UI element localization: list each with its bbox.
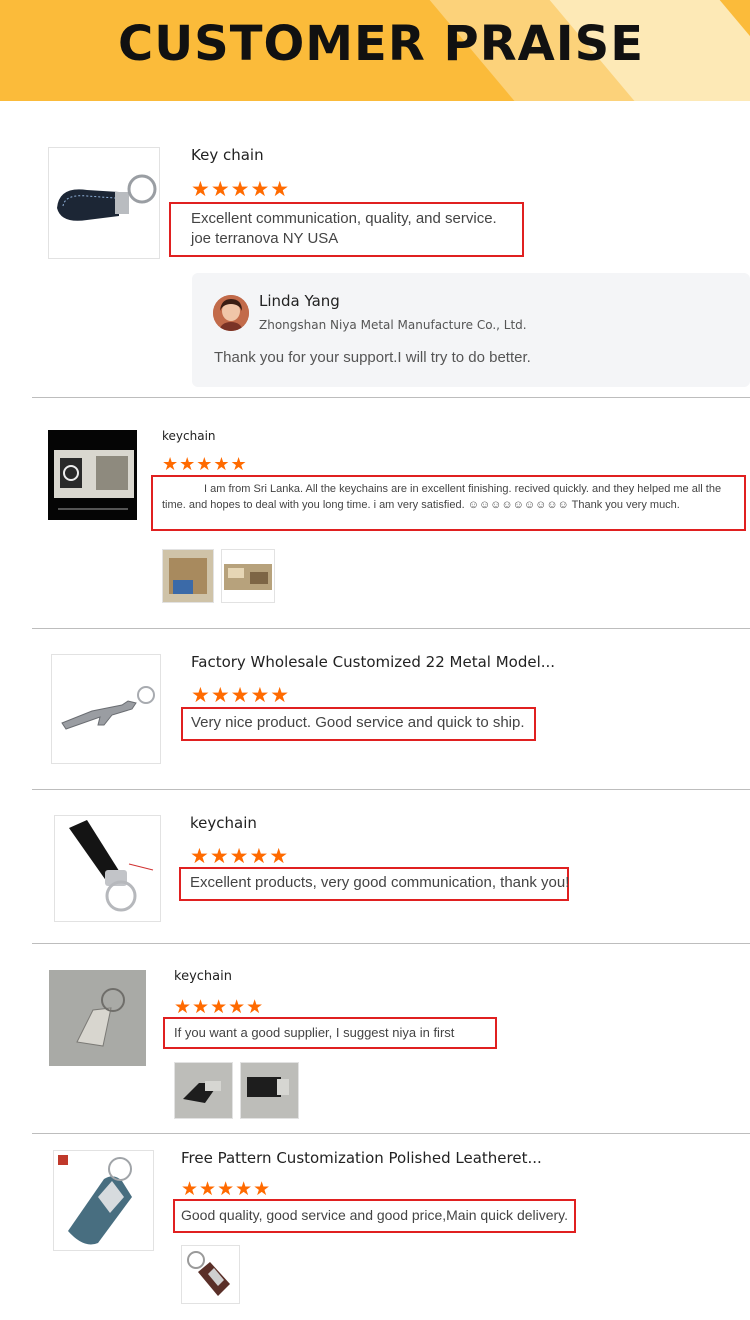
review-comment: Excellent communication, quality, and se…	[191, 209, 497, 249]
review-product-title[interactable]: Key chain	[191, 146, 264, 164]
rating-stars: ★★★★★	[174, 996, 265, 1018]
review-comment: Excellent products, very good communicat…	[190, 874, 570, 891]
rating-stars: ★★★★★	[190, 844, 290, 868]
rating-stars: ★★★★★	[191, 683, 291, 707]
seller-company[interactable]: Zhongshan Niya Metal Manufacture Co., Lt…	[259, 318, 527, 332]
leather-strap-keychain-image	[55, 816, 160, 921]
rating-stars: ★★★★★	[162, 454, 248, 475]
seller-reply-message: Thank you for your support.I will try to…	[214, 349, 531, 366]
rating-stars: ★★★★★	[181, 1178, 272, 1200]
product-thumbnail[interactable]	[49, 970, 146, 1066]
seller-name: Linda Yang	[259, 292, 340, 310]
leather-keychain-image	[49, 148, 159, 258]
review-photo[interactable]	[221, 549, 275, 603]
review-comment: Good quality, good service and good pric…	[181, 1207, 569, 1223]
video-thumbnail-image	[48, 430, 137, 520]
person-avatar-icon	[213, 295, 249, 331]
product-thumbnail[interactable]	[48, 430, 137, 520]
review-product-title[interactable]: Factory Wholesale Customized 22 Metal Mo…	[191, 653, 555, 671]
package-photo	[163, 550, 213, 602]
review-divider	[32, 397, 750, 398]
keychain-photo	[241, 1063, 298, 1118]
review-photo[interactable]	[181, 1245, 240, 1304]
review-divider	[32, 1133, 750, 1134]
product-thumbnail[interactable]	[53, 1150, 154, 1251]
review-product-title[interactable]: keychain	[162, 429, 216, 443]
review-comment-line: joe terranova NY USA	[191, 230, 339, 247]
page-title: CUSTOMER PRAISE	[117, 16, 645, 72]
review-photo[interactable]	[162, 549, 214, 603]
review-divider	[32, 943, 750, 944]
review-comment: Very nice product. Good service and quic…	[191, 714, 525, 731]
review-divider	[32, 628, 750, 629]
review-photo[interactable]	[174, 1062, 233, 1119]
review-product-title[interactable]: keychain	[174, 969, 232, 984]
review-photo[interactable]	[240, 1062, 299, 1119]
keychain-photo	[182, 1246, 239, 1303]
avatar	[213, 295, 249, 331]
review-divider	[32, 789, 750, 790]
keychain-photo	[175, 1063, 232, 1118]
review-comment: I am from Sri Lanka. All the keychains a…	[162, 483, 722, 511]
package-photo	[222, 550, 274, 602]
review-product-title[interactable]: keychain	[190, 814, 257, 832]
gun-keychain-image	[52, 655, 160, 763]
leather-keychain-image	[54, 1151, 153, 1250]
metal-keychain-photo	[49, 970, 146, 1066]
product-thumbnail[interactable]	[48, 147, 160, 259]
review-comment: If you want a good supplier, I suggest n…	[174, 1025, 455, 1040]
review-comment-line: Excellent communication, quality, and se…	[191, 210, 497, 227]
header-banner: CUSTOMER PRAISE	[0, 0, 750, 101]
product-thumbnail[interactable]	[54, 815, 161, 922]
review-product-title[interactable]: Free Pattern Customization Polished Leat…	[181, 1149, 542, 1167]
rating-stars: ★★★★★	[191, 177, 291, 201]
product-thumbnail[interactable]	[51, 654, 161, 764]
